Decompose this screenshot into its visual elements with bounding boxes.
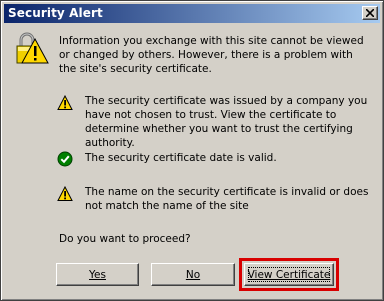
no-button-label: No	[185, 268, 201, 281]
yes-button-label: Yes	[89, 268, 106, 281]
intro-text: Information you exchange with this site …	[59, 35, 364, 75]
title-bar[interactable]: Security Alert	[4, 4, 380, 23]
security-alert-dialog: Security Alert Information you exchange …	[0, 0, 384, 301]
warning-icon	[57, 95, 73, 110]
warning-icon	[57, 186, 73, 201]
no-button[interactable]: No	[151, 263, 235, 286]
check-item-name-mismatch: The name on the security certificate is …	[85, 186, 369, 212]
close-icon	[366, 9, 374, 17]
check-item-untrusted-issuer: The security certificate was issued by a…	[85, 95, 368, 149]
check-item-date-valid: The security certificate date is valid.	[85, 152, 277, 164]
focus-rectangle	[248, 267, 330, 282]
yes-button[interactable]: Yes	[56, 263, 139, 286]
window-title: Security Alert	[8, 6, 103, 20]
security-lock-icon	[16, 32, 49, 64]
check-icon	[57, 151, 73, 167]
close-button[interactable]	[362, 6, 378, 20]
proceed-question: Do you want to proceed?	[59, 233, 191, 245]
view-certificate-button[interactable]: View Certificate	[244, 263, 334, 286]
